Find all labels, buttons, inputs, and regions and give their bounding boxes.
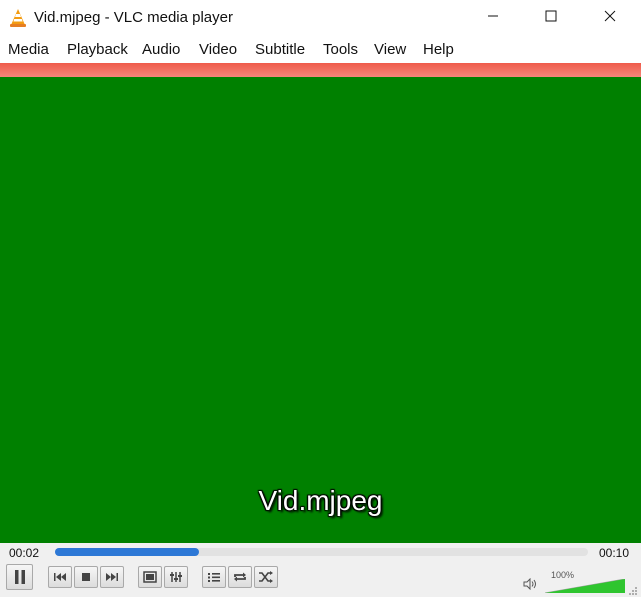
seek-bar-fill [55, 548, 199, 556]
maximize-icon [545, 9, 557, 27]
control-bar: 00:02 00:10 100% [0, 543, 641, 597]
osd-title: Vid.mjpeg [258, 485, 383, 516]
menu-playback[interactable]: Playback [67, 41, 128, 58]
elapsed-time: 00:02 [9, 546, 40, 560]
extended-settings-button[interactable] [164, 566, 188, 588]
loop-icon [232, 571, 248, 583]
title-bar[interactable]: Vid.mjpeg - VLC media player [0, 0, 641, 37]
volume-slider[interactable] [545, 579, 625, 593]
fullscreen-button[interactable] [138, 566, 162, 588]
minimize-icon [487, 9, 499, 27]
menu-audio[interactable]: Audio [142, 41, 180, 58]
fullscreen-icon [143, 571, 157, 583]
menu-view[interactable]: View [374, 41, 406, 58]
shuffle-button[interactable] [254, 566, 278, 588]
next-icon [105, 572, 119, 582]
stop-button[interactable] [74, 566, 98, 588]
menu-subtitle[interactable]: Subtitle [255, 41, 305, 58]
menu-help[interactable]: Help [423, 41, 454, 58]
total-time: 00:10 [599, 546, 630, 560]
menu-tools[interactable]: Tools [323, 41, 358, 58]
extended-settings-icon [169, 571, 183, 583]
shuffle-icon [258, 571, 274, 583]
next-button[interactable] [100, 566, 124, 588]
window-title: Vid.mjpeg - VLC media player [34, 9, 233, 26]
pause-icon [13, 569, 27, 585]
playlist-button[interactable] [202, 566, 226, 588]
pause-button[interactable] [6, 564, 33, 590]
minimize-button[interactable] [463, 0, 522, 36]
maximize-button[interactable] [521, 0, 580, 36]
menu-media[interactable]: Media [8, 41, 49, 58]
accent-strip [0, 63, 641, 77]
menu-bar: Media Playback Audio Video Subtitle Tool… [0, 37, 641, 63]
resize-grip-icon[interactable] [628, 583, 638, 601]
playlist-icon [207, 571, 221, 583]
stop-icon [81, 572, 91, 582]
seek-bar[interactable] [55, 548, 588, 556]
close-button[interactable] [580, 0, 639, 36]
menu-video[interactable]: Video [199, 41, 237, 58]
previous-button[interactable] [48, 566, 72, 588]
previous-icon [53, 572, 67, 582]
vlc-cone-icon [9, 8, 27, 28]
close-icon [604, 9, 616, 27]
video-display[interactable]: Vid.mjpeg [0, 77, 641, 543]
speaker-icon[interactable] [523, 577, 538, 595]
loop-button[interactable] [228, 566, 252, 588]
